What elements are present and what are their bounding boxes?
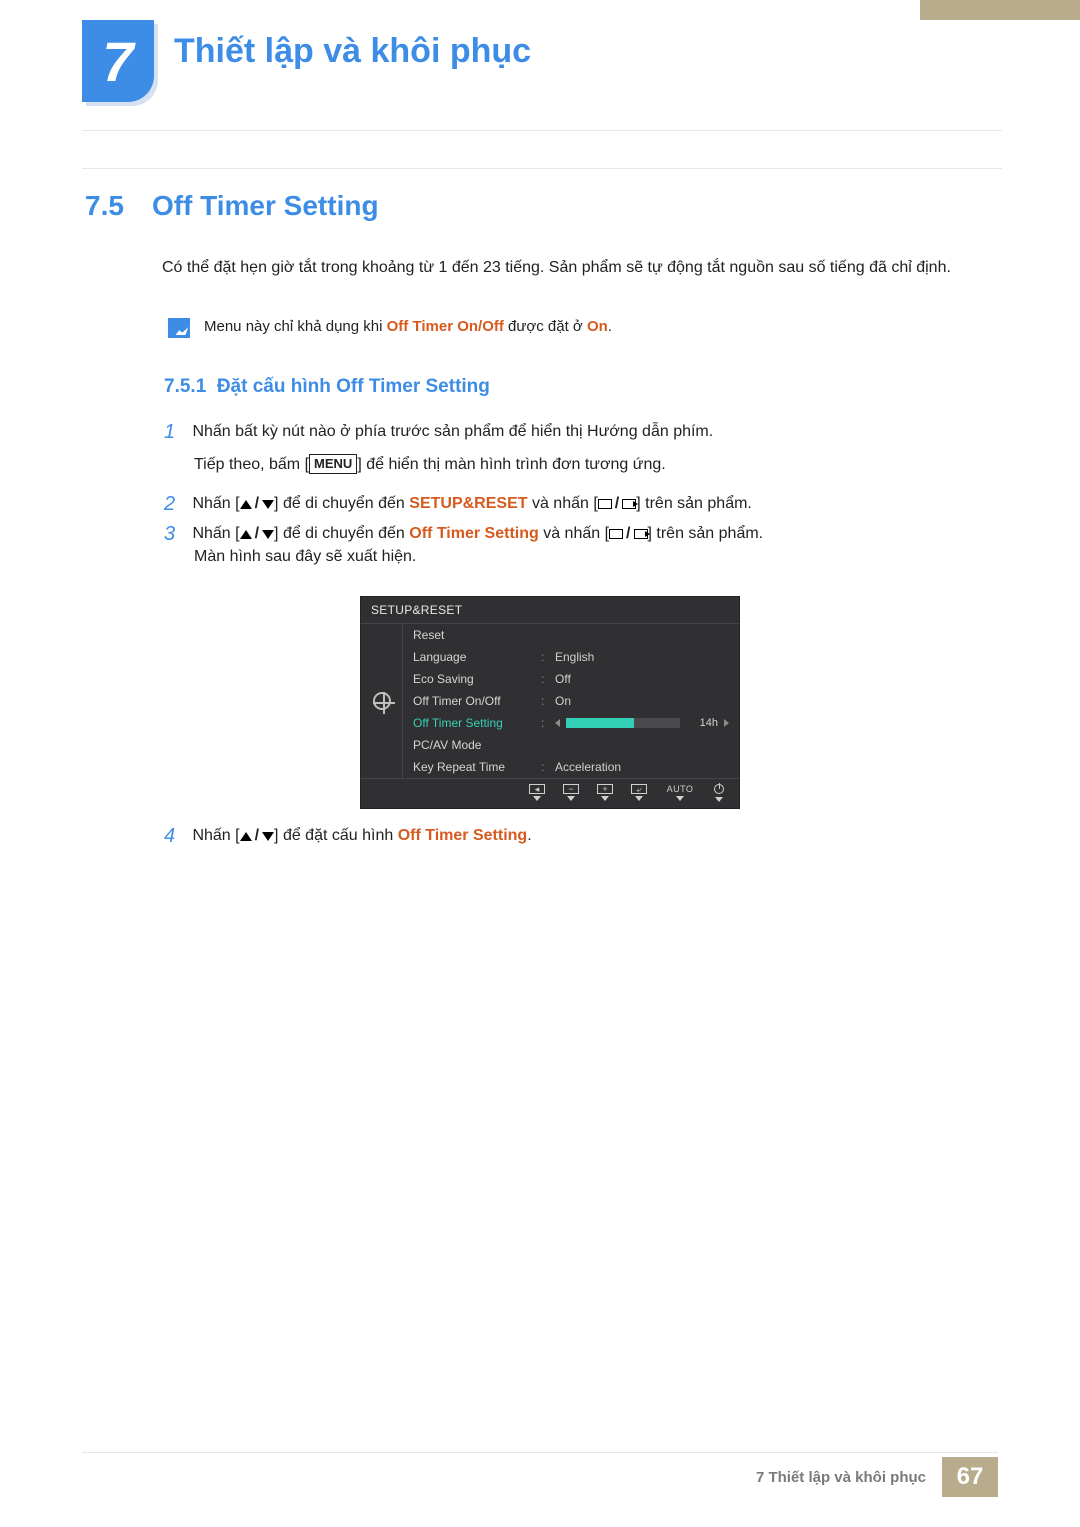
subsection-number: 7.5.1: [164, 376, 206, 397]
osd-row-eco-saving: Eco Saving : Off: [403, 668, 739, 690]
osd-row-pcav-mode: PC/AV Mode: [403, 734, 739, 756]
footer-rule: [82, 1452, 998, 1453]
gear-icon: [373, 692, 391, 710]
source-icon: [598, 499, 612, 509]
osd-row-reset: Reset: [403, 624, 739, 646]
subsection-heading: 7.5.1 Đặt cấu hình Off Timer Setting: [164, 376, 490, 398]
chapter-badge: 7: [82, 20, 154, 102]
down-arrow-icon: [262, 500, 274, 509]
page-footer: 7 Thiết lập và khôi phục 67: [0, 1457, 1080, 1497]
osd-footer-enter: ⤶: [631, 784, 647, 801]
step-3-continued: Màn hình sau đây sẽ xuất hiện.: [194, 548, 984, 566]
note-icon: [168, 318, 190, 338]
enter-icon: [634, 529, 648, 539]
down-arrow-icon: [262, 530, 274, 539]
section-title: Off Timer Setting: [152, 190, 379, 221]
chapter-title: Thiết lập và khôi phục: [174, 32, 531, 71]
up-arrow-icon: [240, 530, 252, 539]
osd-row-key-repeat-time: Key Repeat Time : Acceleration: [403, 756, 739, 778]
power-icon: [714, 784, 724, 794]
section-intro-paragraph: Có thể đặt hẹn giờ tắt trong khoảng từ 1…: [162, 254, 984, 282]
menu-key-label: MENU: [309, 454, 357, 474]
enter-icon: [622, 499, 636, 509]
osd-row-off-timer-onoff: Off Timer On/Off : On: [403, 690, 739, 712]
step-1: 1 Nhấn bất kỳ nút nào ở phía trước sản p…: [164, 418, 984, 446]
header-accent-bar: [920, 0, 1080, 20]
step-4: 4 Nhấn [/] để đặt cấu hình Off Timer Set…: [164, 822, 984, 850]
note-row: Menu này chỉ khả dụng khi Off Timer On/O…: [168, 318, 984, 338]
step-number: 1: [164, 418, 188, 446]
osd-footer: ◂ − + ⤶ AUTO: [361, 778, 739, 808]
source-icon: [609, 529, 623, 539]
osd-footer-minus: −: [563, 784, 579, 801]
step-text: Nhấn [/] để di chuyển đến Off Timer Sett…: [192, 520, 982, 548]
chapter-number: 7: [102, 29, 133, 94]
slider-fill: [566, 718, 634, 728]
section-heading: 7.5 Off Timer Setting: [85, 190, 379, 222]
step-text: Nhấn [/] để đặt cấu hình Off Timer Setti…: [192, 822, 982, 850]
footer-chapter-label: 7 Thiết lập và khôi phục: [756, 1469, 926, 1486]
osd-footer-back: ◂: [529, 784, 545, 801]
slider-track: [566, 718, 680, 728]
osd-row-off-timer-setting: Off Timer Setting : 14h: [403, 712, 739, 734]
step-2: 2 Nhấn [/] để di chuyển đến SETUP&RESET …: [164, 490, 984, 518]
osd-footer-power: [713, 783, 725, 802]
up-arrow-icon: [240, 832, 252, 841]
step-number: 2: [164, 490, 188, 518]
osd-menu-list: Reset Language : English Eco Saving : Of…: [403, 624, 739, 778]
divider: [82, 130, 1002, 131]
osd-title: SETUP&RESET: [361, 597, 739, 624]
step-text: Nhấn [/] để di chuyển đến SETUP&RESET và…: [192, 490, 982, 518]
slider-value: 14h: [688, 717, 718, 729]
step-1-continued: Tiếp theo, bấm [MENU] để hiển thị màn hì…: [194, 454, 984, 474]
step-3: 3 Nhấn [/] để di chuyển đến Off Timer Se…: [164, 520, 984, 548]
osd-footer-auto: AUTO: [665, 784, 695, 801]
section-number: 7.5: [85, 190, 124, 221]
subsection-title: Đặt cấu hình Off Timer Setting: [217, 376, 490, 397]
osd-screenshot: SETUP&RESET Reset Language : English Eco…: [360, 596, 740, 809]
footer-page-number: 67: [942, 1457, 998, 1497]
osd-category-icon-column: [361, 624, 403, 778]
osd-row-language: Language : English: [403, 646, 739, 668]
left-arrow-icon: [555, 719, 560, 727]
step-number: 4: [164, 822, 188, 850]
divider: [82, 168, 1002, 169]
step-number: 3: [164, 520, 188, 548]
down-arrow-icon: [262, 832, 274, 841]
osd-footer-plus: +: [597, 784, 613, 801]
up-arrow-icon: [240, 500, 252, 509]
right-arrow-icon: [724, 719, 729, 727]
step-text: Nhấn bất kỳ nút nào ở phía trước sản phẩ…: [192, 418, 982, 446]
note-text: Menu này chỉ khả dụng khi Off Timer On/O…: [204, 318, 612, 335]
